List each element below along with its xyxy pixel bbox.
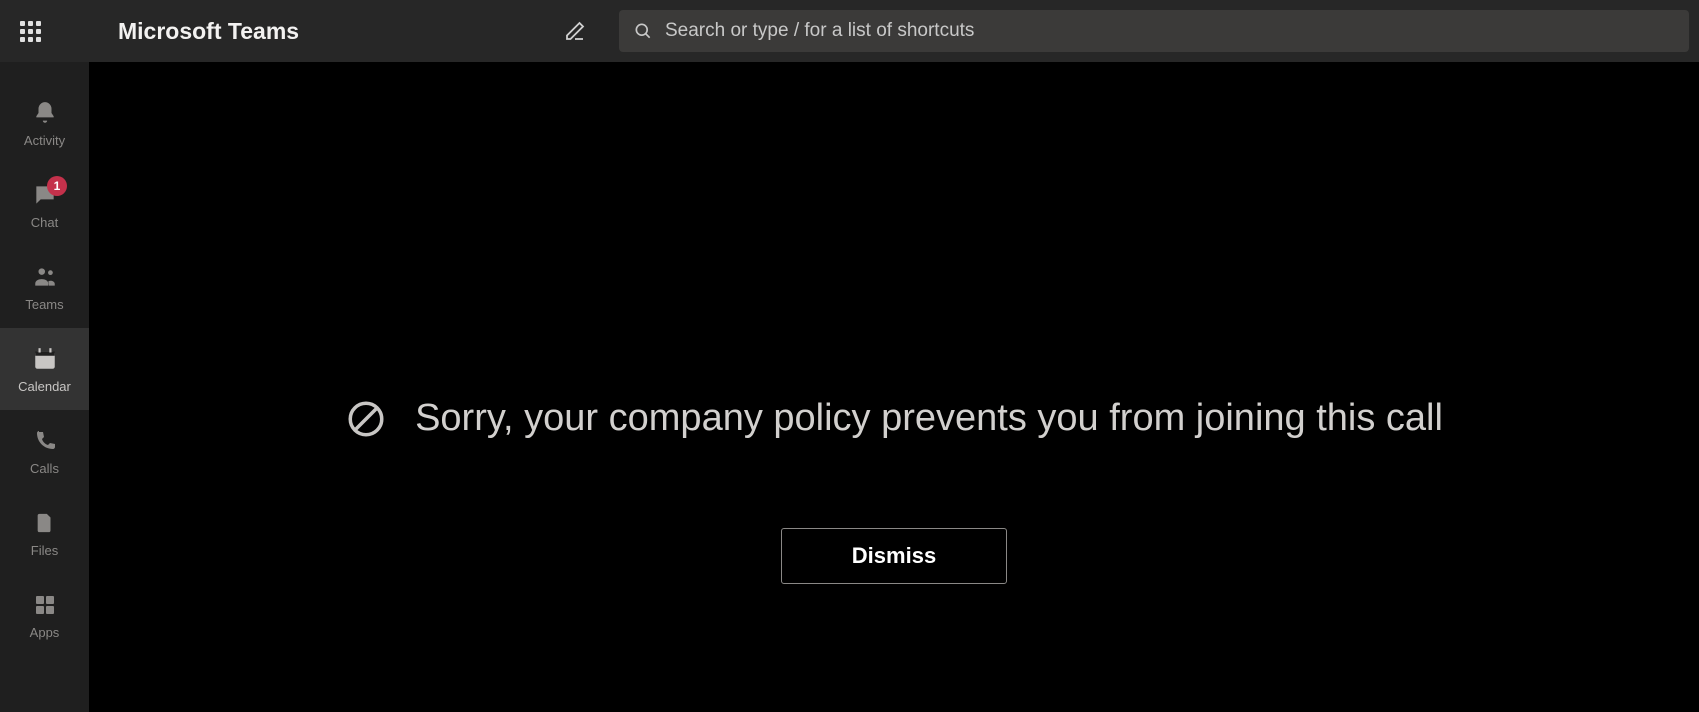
- rail-item-activity[interactable]: Activity: [0, 82, 89, 164]
- rail-item-apps[interactable]: Apps: [0, 574, 89, 656]
- apps-icon: [31, 591, 59, 619]
- chat-badge: 1: [47, 176, 67, 196]
- rail-label-chat: Chat: [31, 215, 58, 230]
- prohibited-icon: [345, 398, 387, 440]
- bell-icon: [31, 99, 59, 127]
- compose-icon: [563, 19, 587, 43]
- search-box[interactable]: [619, 10, 1689, 52]
- calendar-icon: [31, 345, 59, 373]
- header-bar: Microsoft Teams: [0, 0, 1699, 62]
- new-chat-button[interactable]: [555, 11, 595, 51]
- rail-item-calls[interactable]: Calls: [0, 410, 89, 492]
- app-launcher-button[interactable]: [0, 0, 60, 62]
- file-icon: [31, 509, 59, 537]
- teams-icon: [31, 263, 59, 291]
- main-content: Sorry, your company policy prevents you …: [89, 62, 1699, 712]
- rail-label-teams: Teams: [25, 297, 63, 312]
- rail-label-files: Files: [31, 543, 58, 558]
- error-message-row: Sorry, your company policy prevents you …: [345, 397, 1443, 440]
- app-title: Microsoft Teams: [118, 18, 299, 45]
- rail-item-calendar[interactable]: Calendar: [0, 328, 89, 410]
- waffle-icon: [20, 21, 41, 42]
- search-icon: [633, 21, 653, 41]
- rail-label-activity: Activity: [24, 133, 65, 148]
- rail-label-apps: Apps: [30, 625, 60, 640]
- rail-label-calendar: Calendar: [18, 379, 71, 394]
- rail-item-chat[interactable]: 1 Chat: [0, 164, 89, 246]
- rail-item-files[interactable]: Files: [0, 492, 89, 574]
- rail-label-calls: Calls: [30, 461, 59, 476]
- phone-icon: [31, 427, 59, 455]
- app-rail: Activity 1 Chat Teams: [0, 62, 89, 712]
- error-message-text: Sorry, your company policy prevents you …: [415, 397, 1443, 440]
- search-input[interactable]: [665, 20, 1675, 42]
- dismiss-button[interactable]: Dismiss: [781, 528, 1007, 584]
- rail-item-teams[interactable]: Teams: [0, 246, 89, 328]
